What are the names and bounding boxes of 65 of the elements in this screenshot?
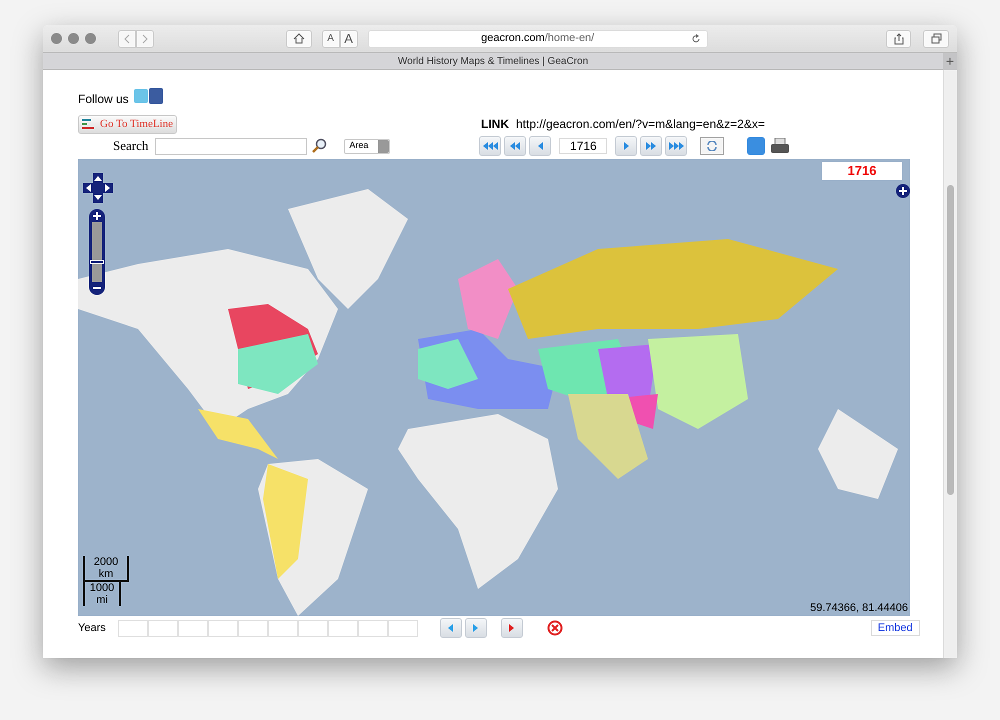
scroll-right-button[interactable] xyxy=(464,618,487,638)
stop-icon[interactable] xyxy=(546,620,563,636)
reload-icon[interactable] xyxy=(690,34,701,44)
coordinates: 59.74366, 81.44406 xyxy=(810,600,908,616)
expand-icon[interactable] xyxy=(896,184,910,198)
refresh-icon xyxy=(707,141,718,151)
years-label: Years xyxy=(78,620,106,636)
home-button[interactable] xyxy=(286,30,312,48)
tabs-icon xyxy=(930,33,942,44)
year-field[interactable]: 1716 xyxy=(559,138,608,154)
first-button[interactable] xyxy=(479,136,502,156)
back-year-button[interactable] xyxy=(529,136,552,156)
area-select[interactable]: Area xyxy=(344,138,390,154)
zoom-slider[interactable] xyxy=(89,209,105,295)
new-tab-button[interactable]: + xyxy=(943,52,957,70)
embed-button[interactable]: Embed xyxy=(870,620,920,636)
right-triangle-icon xyxy=(645,141,658,151)
share-button[interactable] xyxy=(886,30,912,48)
year-badge: 1716 xyxy=(822,162,902,180)
pan-control-icon[interactable] xyxy=(83,173,113,203)
scrollbar-thumb[interactable] xyxy=(947,185,954,495)
play-button[interactable] xyxy=(500,618,523,638)
fast-forward-button[interactable] xyxy=(640,136,662,156)
timeline-icon xyxy=(82,119,94,129)
left-triangle-icon xyxy=(536,141,544,151)
forward-year-button[interactable] xyxy=(615,136,638,156)
printer-icon[interactable] xyxy=(771,138,790,154)
search-icon[interactable] xyxy=(311,138,328,154)
chevron-right-icon xyxy=(142,34,148,44)
link-field[interactable]: http://geacron.com/en/?v=m&lang=en&z=2&x= xyxy=(516,115,765,133)
chevron-left-icon xyxy=(124,34,130,44)
address-bar[interactable]: geacron.com/home-en/ xyxy=(368,30,708,48)
scale-mi-label: 1000 mi xyxy=(88,582,116,606)
right-triangle-icon xyxy=(668,141,685,151)
right-triangle-icon xyxy=(508,623,516,633)
follow-label: Follow us xyxy=(78,91,129,108)
last-button[interactable] xyxy=(665,136,688,156)
left-triangle-icon xyxy=(509,141,522,151)
text-size-button[interactable]: A xyxy=(340,30,358,48)
fast-back-button[interactable] xyxy=(504,136,526,156)
scroll-left-button[interactable] xyxy=(440,618,462,638)
share-icon xyxy=(894,32,904,44)
tabs-button[interactable] xyxy=(923,30,949,48)
address-text: geacron.com/home-en/ xyxy=(481,31,594,46)
search-field[interactable] xyxy=(155,138,308,154)
refresh-button[interactable] xyxy=(700,137,724,155)
forward-button[interactable] xyxy=(136,30,154,48)
window-control-icon[interactable] xyxy=(68,33,79,44)
text-size-button[interactable]: A xyxy=(322,30,340,48)
tab-title[interactable]: World History Maps & Timelines | GeaCron xyxy=(43,54,943,68)
map[interactable]: 1716 2000 km 1000 mi 59.74366, 81.44406 xyxy=(78,159,910,616)
right-triangle-icon xyxy=(472,623,480,633)
home-icon xyxy=(292,33,305,44)
back-button[interactable] xyxy=(118,30,136,48)
scale-km-label: 2000 km xyxy=(92,556,120,580)
right-triangle-icon xyxy=(622,141,630,151)
zoom-in-icon[interactable] xyxy=(92,211,102,221)
window-control-icon[interactable] xyxy=(85,33,96,44)
search-label: Search xyxy=(113,137,148,156)
left-triangle-icon xyxy=(482,141,499,151)
window-control-icon[interactable] xyxy=(51,33,62,44)
go-to-timeline-button[interactable]: Go To TimeLine xyxy=(78,114,177,134)
zoom-thumb[interactable] xyxy=(90,260,104,264)
left-triangle-icon xyxy=(447,623,454,633)
link-label: LINK xyxy=(481,116,509,133)
